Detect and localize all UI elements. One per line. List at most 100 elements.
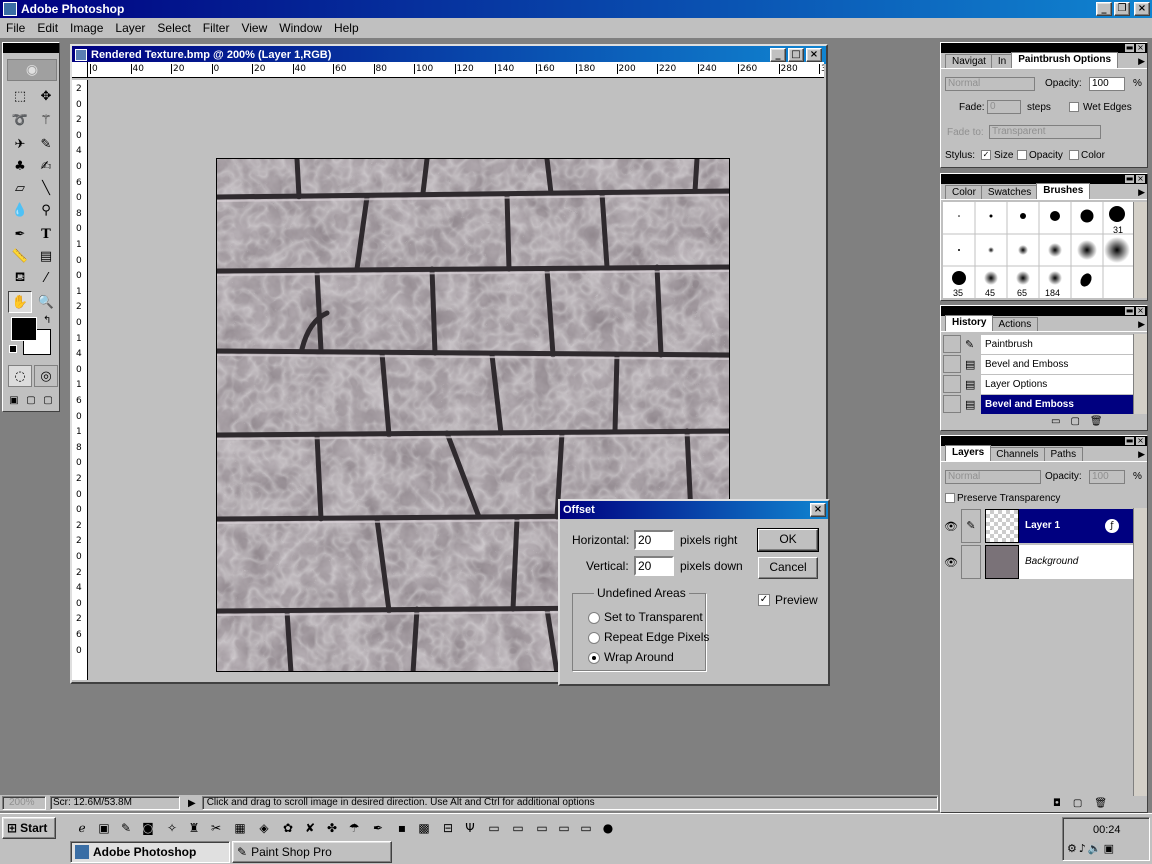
tray-icons[interactable]: ⚙♪🔊▣ bbox=[1067, 842, 1116, 855]
tab-paintbrush-options[interactable]: Paintbrush Options bbox=[1011, 52, 1119, 68]
layer-blend-mode-select[interactable]: Normal bbox=[945, 470, 1041, 484]
ruler-origin[interactable] bbox=[72, 62, 88, 78]
screen-mode-full-menu-icon[interactable]: ▢ bbox=[22, 389, 40, 411]
palette-close-icon[interactable]: × bbox=[1136, 307, 1145, 315]
zoom-tool-icon[interactable]: 🔍 bbox=[34, 291, 58, 313]
brush-5[interactable] bbox=[1020, 213, 1026, 219]
quickmask-mode-icon[interactable]: ◎ bbox=[34, 365, 58, 387]
notepad-icon[interactable]: ✎ bbox=[118, 820, 134, 836]
history-item[interactable]: ✎ Paintbrush bbox=[941, 334, 1133, 354]
palette-minimize-icon[interactable]: ▬ bbox=[1125, 437, 1134, 445]
app-launch-icon[interactable]: ▩ bbox=[416, 820, 432, 836]
desktop-icon[interactable]: ▣ bbox=[96, 820, 112, 836]
document-close-button[interactable]: × bbox=[806, 48, 822, 62]
app-launch-icon[interactable]: ✒ bbox=[370, 820, 386, 836]
eye-logo-icon[interactable]: ◉ bbox=[7, 59, 57, 81]
preserve-transparency-checkbox[interactable] bbox=[945, 493, 955, 503]
menu-image[interactable]: Image bbox=[64, 21, 109, 35]
status-menu-arrow-icon[interactable]: ▶ bbox=[188, 798, 196, 809]
ie-icon[interactable]: ℯ bbox=[74, 820, 90, 836]
minimize-button[interactable]: _ bbox=[1096, 2, 1112, 16]
history-scrollbar[interactable] bbox=[1133, 334, 1147, 414]
start-button[interactable]: ⊞ Start bbox=[2, 817, 56, 839]
palette-close-icon[interactable]: × bbox=[1136, 44, 1145, 52]
dodge-tool-icon[interactable]: ⚲ bbox=[34, 199, 58, 221]
app-launch-icon[interactable]: ☂ bbox=[346, 820, 362, 836]
eye-visibility-icon[interactable]: 👁 bbox=[941, 556, 961, 569]
layer-row[interactable]: 👁 Background bbox=[941, 544, 1133, 580]
brush-angled[interactable] bbox=[1078, 271, 1094, 288]
palette-close-icon[interactable]: × bbox=[1136, 437, 1145, 445]
cancel-button[interactable]: Cancel bbox=[758, 557, 818, 579]
airbrush-tool-icon[interactable]: ✈ bbox=[8, 133, 32, 155]
brush-65[interactable] bbox=[1016, 271, 1030, 285]
standard-mode-icon[interactable]: ◌ bbox=[8, 365, 32, 387]
default-colors-icon[interactable] bbox=[9, 345, 17, 353]
brush-soft-19[interactable] bbox=[1104, 237, 1130, 263]
layer-link-box[interactable] bbox=[961, 545, 981, 579]
layer-row-selected[interactable]: 👁 ✎ Layer 1 ƒ bbox=[941, 508, 1133, 544]
layers-scrollbar[interactable] bbox=[1133, 508, 1147, 796]
brush-1[interactable] bbox=[958, 215, 960, 217]
horizontal-input[interactable] bbox=[634, 530, 674, 550]
new-layer-icon[interactable]: ▢ bbox=[1073, 798, 1082, 809]
history-item[interactable]: ▤ Layer Options bbox=[941, 374, 1133, 394]
history-brush-tool-icon[interactable]: ✍ bbox=[34, 155, 58, 177]
app-launch-icon[interactable]: ◈ bbox=[256, 820, 272, 836]
menu-select[interactable]: Select bbox=[151, 21, 196, 35]
app-launch-icon[interactable]: ▭ bbox=[578, 820, 594, 836]
brush-45[interactable] bbox=[984, 271, 998, 285]
palette-menu-arrow-icon[interactable]: ▶ bbox=[1138, 450, 1145, 460]
app-launch-icon[interactable]: ✿ bbox=[280, 820, 296, 836]
palette-minimize-icon[interactable]: ▬ bbox=[1125, 307, 1134, 315]
channel-icon[interactable]: ◙ bbox=[140, 820, 156, 836]
measure-tool-icon[interactable]: 📏 bbox=[8, 245, 32, 267]
toolbox-titlebar[interactable] bbox=[3, 43, 59, 53]
history-snapshot-box[interactable] bbox=[943, 375, 961, 393]
app-launch-icon[interactable]: ✘ bbox=[302, 820, 318, 836]
fade-input[interactable]: 0 bbox=[987, 100, 1021, 114]
palette-close-icon[interactable]: × bbox=[1136, 175, 1145, 183]
history-snapshot-box[interactable] bbox=[943, 395, 961, 413]
app-launch-icon[interactable]: ▭ bbox=[486, 820, 502, 836]
blur-tool-icon[interactable]: 💧 bbox=[8, 199, 32, 221]
brush-13[interactable] bbox=[1080, 209, 1094, 223]
trash-icon[interactable]: 🗑 bbox=[1090, 416, 1103, 427]
vertical-input[interactable] bbox=[634, 556, 674, 576]
horizontal-ruler[interactable]: 0 40 20 0 20 40 60 80 100 120 140 160 180 200 220 240 26… bbox=[88, 62, 824, 78]
app-launch-icon[interactable]: ✤ bbox=[324, 820, 340, 836]
app-launch-icon[interactable]: ✧ bbox=[164, 820, 180, 836]
preview-checkbox[interactable]: ✓ bbox=[758, 594, 770, 606]
pen-tool-icon[interactable]: ✒ bbox=[8, 223, 32, 245]
app-launch-icon[interactable]: ✂ bbox=[208, 820, 224, 836]
stylus-opacity-checkbox[interactable] bbox=[1017, 150, 1027, 160]
palette-minimize-icon[interactable]: ▬ bbox=[1125, 175, 1134, 183]
document-minimize-button[interactable]: _ bbox=[770, 48, 786, 62]
layer-mask-icon[interactable]: ◘ bbox=[1053, 798, 1061, 809]
brush-9[interactable] bbox=[1050, 211, 1060, 221]
close-button[interactable]: × bbox=[1134, 2, 1150, 16]
stamp-tool-icon[interactable]: ♣ bbox=[8, 155, 32, 177]
new-snapshot-icon[interactable]: ▢ bbox=[1070, 416, 1079, 427]
task-paint-shop-pro[interactable]: ✎ Paint Shop Pro bbox=[232, 841, 392, 863]
history-snapshot-box[interactable] bbox=[943, 355, 961, 373]
history-snapshot-box[interactable] bbox=[943, 335, 961, 353]
camera-icon[interactable]: ▪ bbox=[394, 820, 410, 836]
brush-grid[interactable]: 31 35 45 65 184 bbox=[943, 202, 1133, 298]
scratch-size[interactable]: Scr: 12.6M/53.8M bbox=[50, 796, 180, 810]
palette-minimize-icon[interactable]: ▬ bbox=[1125, 44, 1134, 52]
brush-soft-13[interactable] bbox=[1077, 240, 1097, 260]
paint-bucket-tool-icon[interactable]: ⛾ bbox=[8, 267, 32, 289]
layer-effects-icon[interactable]: ƒ bbox=[1105, 519, 1119, 533]
opacity-input[interactable]: 100 bbox=[1089, 77, 1125, 91]
brush-soft-3[interactable] bbox=[988, 247, 994, 253]
brushes-scrollbar[interactable] bbox=[1133, 202, 1147, 298]
dialog-close-button[interactable]: × bbox=[810, 503, 826, 517]
vertical-ruler[interactable]: 2 0 2 0 4 0 6 0 8 0 1 0 0 1 2 0 1 4 0 1 6 0 1 8 0 2 0 0 2 2 0 2 4 0 2 6 0 bbox=[72, 80, 88, 680]
radio-repeat-edge[interactable] bbox=[588, 632, 600, 644]
pencil-tool-icon[interactable]: ╲ bbox=[34, 177, 58, 199]
marquee-tool-icon[interactable]: ⬚ bbox=[8, 85, 32, 107]
app-launch-icon[interactable]: ♜ bbox=[186, 820, 202, 836]
menu-layer[interactable]: Layer bbox=[109, 21, 151, 35]
hand-tool-icon[interactable]: ✋ bbox=[8, 291, 32, 313]
